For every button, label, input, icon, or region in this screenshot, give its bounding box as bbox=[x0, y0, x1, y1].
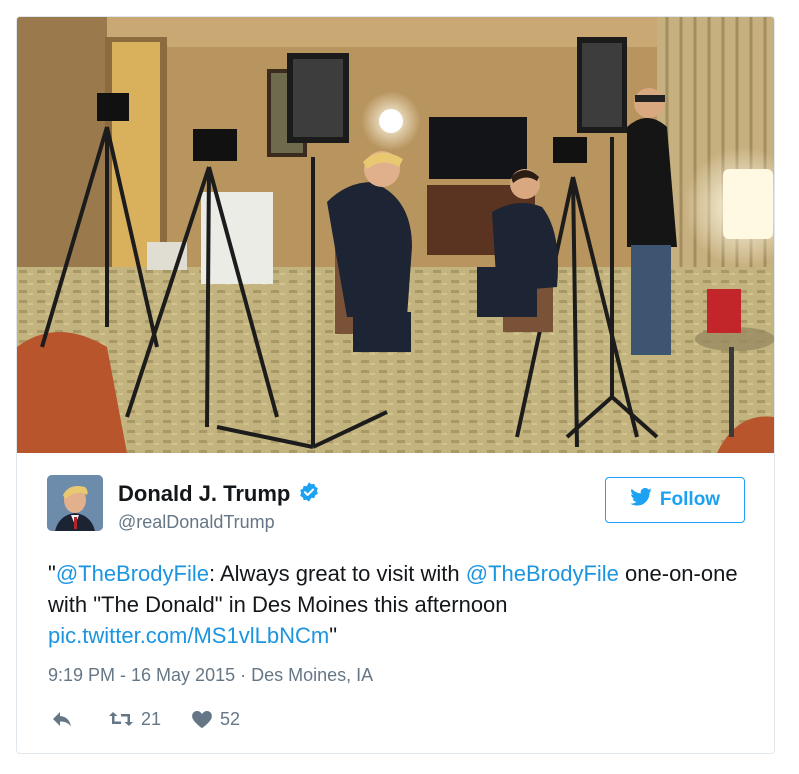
open-quote: " bbox=[48, 561, 56, 586]
avatar[interactable] bbox=[47, 475, 103, 531]
author-name[interactable]: Donald J. Trump bbox=[118, 481, 320, 509]
location[interactable]: Des Moines, IA bbox=[251, 665, 373, 685]
media-link[interactable]: pic.twitter.com/MS1vlLbNCm bbox=[48, 623, 329, 648]
author-name-text[interactable]: Donald J. Trump bbox=[118, 481, 290, 506]
close-quote: " bbox=[329, 623, 337, 648]
verified-badge-icon bbox=[298, 481, 320, 509]
reply-icon bbox=[50, 709, 74, 729]
retweet-button[interactable]: 21 bbox=[108, 709, 161, 730]
tweet-text-part-1: : Always great to visit with bbox=[208, 561, 466, 586]
like-count: 52 bbox=[220, 708, 241, 729]
heart-icon bbox=[191, 709, 213, 729]
like-button[interactable]: 52 bbox=[191, 709, 240, 730]
mention-link-2[interactable]: @TheBrodyFile bbox=[466, 561, 619, 586]
retweet-count: 21 bbox=[141, 708, 162, 729]
author-handle[interactable]: @realDonaldTrump bbox=[118, 512, 275, 533]
reply-button[interactable] bbox=[50, 709, 74, 729]
tweet-photo[interactable] bbox=[17, 17, 774, 453]
timestamp[interactable]: 9:19 PM - 16 May 2015 bbox=[48, 665, 235, 685]
action-bar: 21 52 bbox=[50, 707, 240, 731]
follow-button[interactable]: Follow bbox=[605, 477, 745, 523]
follow-label: Follow bbox=[659, 489, 721, 510]
tweet-card: Donald J. Trump @realDonaldTrump Follow … bbox=[16, 16, 775, 754]
tweet-text: "@TheBrodyFile: Always great to visit wi… bbox=[48, 558, 748, 651]
retweet-icon bbox=[108, 709, 134, 729]
tweet-meta: 9:19 PM - 16 May 2015 · Des Moines, IA bbox=[48, 665, 373, 686]
meta-separator: · bbox=[235, 665, 252, 685]
twitter-bird-icon bbox=[630, 487, 652, 512]
mention-link-1[interactable]: @TheBrodyFile bbox=[56, 561, 209, 586]
